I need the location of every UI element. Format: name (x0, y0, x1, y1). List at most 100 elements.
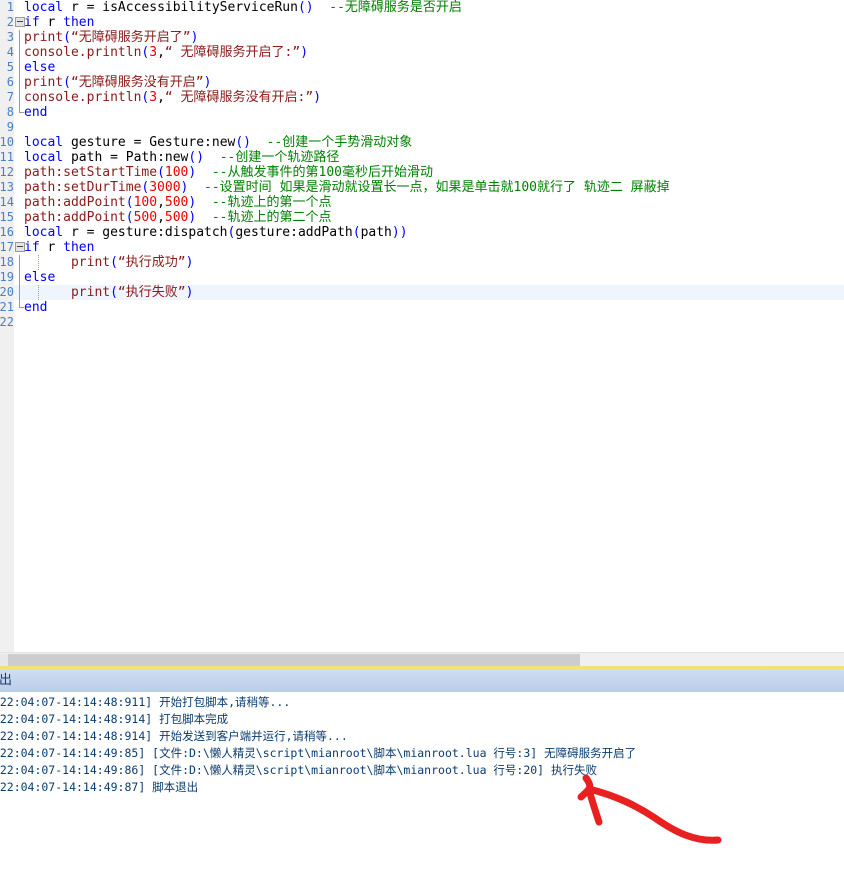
code-text[interactable]: local gesture = Gesture:new() --创建一个手势滑动… (24, 135, 412, 150)
code-text[interactable]: end (24, 105, 47, 120)
token-id: gesture (70, 135, 134, 150)
code-text[interactable]: end (24, 300, 47, 315)
code-text[interactable]: else (24, 60, 55, 75)
code-text[interactable]: path:setStartTime(100) --从触发事件的第100毫秒后开始… (24, 165, 433, 180)
code-text[interactable]: print(“无障碍服务开启了”) (24, 30, 198, 45)
token-op: = (110, 150, 126, 165)
token-fn: path:setDurTime (24, 180, 142, 195)
line-number: 5 (0, 60, 14, 75)
code-line[interactable]: 22 (0, 315, 844, 330)
token-num: 500 (133, 210, 158, 225)
fold-guide-line (19, 270, 20, 285)
code-line[interactable]: 13 path:setDurTime(3000) --设置时间 如果是滑动就设置长… (0, 180, 844, 195)
code-text[interactable]: else (24, 270, 55, 285)
code-line[interactable]: 2 if r then (0, 15, 844, 30)
editor-horizontal-scrollbar[interactable] (0, 652, 844, 666)
code-line[interactable]: 3 print(“无障碍服务开启了”) (0, 30, 844, 45)
fold-guide-line (19, 60, 20, 75)
code-text[interactable]: local r = gesture:dispatch (gesture:addPa… (24, 225, 408, 240)
code-line[interactable]: 10 local gesture = Gesture:new() --创建一个手势… (0, 135, 844, 150)
token-id: gesture:addPath (235, 225, 353, 240)
code-line[interactable]: 9 (0, 120, 844, 135)
code-line[interactable]: 7 console.println(3,“ 无障碍服务没有开启:”) (0, 90, 844, 105)
output-panel-header[interactable]: 输出 (0, 669, 844, 692)
output-log-line[interactable]: 2022:04:07-14:14:49:86] [文件:D:\懒人精灵\scri… (0, 762, 844, 779)
token-id: r (70, 225, 87, 240)
token-paren: ) (203, 75, 212, 90)
token-op: , (157, 45, 165, 60)
line-number: 14 (0, 195, 14, 210)
code-line[interactable]: 19 else (0, 270, 844, 285)
token-paren: ( (110, 255, 118, 270)
token-op: , (157, 195, 165, 210)
code-line[interactable]: 15 path:addPoint(500,500) --轨迹上的第二个点 (0, 210, 844, 225)
code-line[interactable]: 20 print(“执行失败”) (0, 285, 844, 300)
code-text[interactable]: path:setDurTime(3000) --设置时间 如果是滑动就设置长一点… (24, 180, 670, 195)
token-op: = (86, 225, 103, 240)
code-text[interactable]: path:addPoint(500,500) --轨迹上的第二个点 (24, 210, 332, 225)
code-line[interactable]: 1 local r = isAccessibilityServiceRun() -… (0, 0, 844, 15)
output-log-line[interactable]: 2022:04:07-14:14:49:85] [文件:D:\懒人精灵\scri… (0, 745, 844, 762)
token-paren: ( (125, 210, 134, 225)
token-paren: ) (185, 285, 194, 300)
code-line[interactable]: 14 path:addPoint(100,500) --轨迹上的第一个点 (0, 195, 844, 210)
fold-guide-line (19, 45, 20, 60)
fold-guide-line (19, 255, 20, 270)
line-number: 10 (0, 135, 14, 150)
line-number: 6 (0, 75, 14, 90)
token-id: r (47, 240, 64, 255)
fold-end-marker (19, 300, 24, 308)
token-fn: print (24, 30, 64, 45)
token-fn: console.println (24, 90, 142, 105)
output-log-line[interactable]: 2022:04:07-14:14:48:914] 打包脚本完成 (0, 711, 844, 728)
token-fn: path:setStartTime (24, 165, 158, 180)
token-id: Path:new (125, 150, 189, 165)
fold-guide-line (19, 30, 20, 45)
code-text[interactable]: local r = isAccessibilityServiceRun() --… (24, 0, 462, 15)
line-number: 15 (0, 210, 14, 225)
code-line[interactable]: 18 print(“执行成功”) (0, 255, 844, 270)
fold-guide-line (19, 75, 20, 90)
code-line[interactable]: 4 console.println(3,“ 无障碍服务开启了:”) (0, 45, 844, 60)
code-text[interactable]: console.println(3,“ 无障碍服务没有开启:”) (24, 90, 321, 105)
output-log-list[interactable]: 2022:04:07-14:14:48:911] 开始打包脚本,请稍等... 20… (0, 694, 844, 884)
code-text[interactable]: console.println(3,“ 无障碍服务开启了:”) (24, 45, 308, 60)
token-kw: else (24, 60, 56, 75)
output-panel[interactable]: 输出 2022:04:07-14:14:48:911] 开始打包脚本,请稍等..… (0, 666, 844, 886)
code-text[interactable]: print(“执行成功”) (24, 255, 193, 270)
token-paren: () (235, 135, 251, 150)
scrollbar-left-button[interactable] (0, 654, 8, 666)
code-text[interactable]: print(“无障碍服务没有开启”) (24, 75, 211, 90)
code-line[interactable]: 6 print(“无障碍服务没有开启”) (0, 75, 844, 90)
code-lines-container[interactable]: 1 local r = isAccessibilityServiceRun() -… (0, 0, 844, 652)
token-num: 3 (149, 45, 158, 60)
line-number: 21 (0, 300, 14, 315)
line-number: 12 (0, 165, 14, 180)
output-log-line[interactable]: 2022:04:07-14:14:48:911] 开始打包脚本,请稍等... (0, 694, 844, 711)
code-text[interactable]: print(“执行失败”) (24, 285, 193, 300)
token-op: , (157, 210, 165, 225)
code-line[interactable]: 8 end (0, 105, 844, 120)
token-paren: ( (110, 285, 118, 300)
output-log-line[interactable]: 2022:04:07-14:14:48:914] 开始发送到客户端并运行,请稍等… (0, 728, 844, 745)
code-line[interactable]: 5 else (0, 60, 844, 75)
code-text[interactable]: if r then (24, 15, 94, 30)
code-line[interactable]: 21 end (0, 300, 844, 315)
fold-guide-line (19, 90, 20, 105)
code-editor[interactable]: 1 local r = isAccessibilityServiceRun() -… (0, 0, 844, 652)
code-text[interactable]: if r then (24, 240, 94, 255)
token-paren: ) (185, 255, 194, 270)
code-line[interactable]: 11 local path = Path:new() --创建一个轨迹路径 (0, 150, 844, 165)
token-kw: local (24, 0, 71, 15)
code-text[interactable]: local path = Path:new() --创建一个轨迹路径 (24, 150, 339, 165)
code-line[interactable]: 12 path:setStartTime(100) --从触发事件的第100毫秒后… (0, 165, 844, 180)
token-cmt: --设置时间 如果是滑动就设置长一点，如果是单击就100就行了 轨迹二 屏蔽掉 (188, 180, 670, 195)
scrollbar-thumb[interactable] (8, 654, 580, 666)
code-line[interactable]: 16 local r = gesture:dispatch (gesture:add… (0, 225, 844, 240)
token-id: path (360, 225, 392, 240)
code-line[interactable]: 17 if r then (0, 240, 844, 255)
token-paren: ( (125, 195, 134, 210)
token-fn: console.println (24, 45, 142, 60)
code-text[interactable]: path:addPoint(100,500) --轨迹上的第一个点 (24, 195, 332, 210)
output-log-line[interactable]: 2022:04:07-14:14:49:87] 脚本退出 (0, 779, 844, 796)
